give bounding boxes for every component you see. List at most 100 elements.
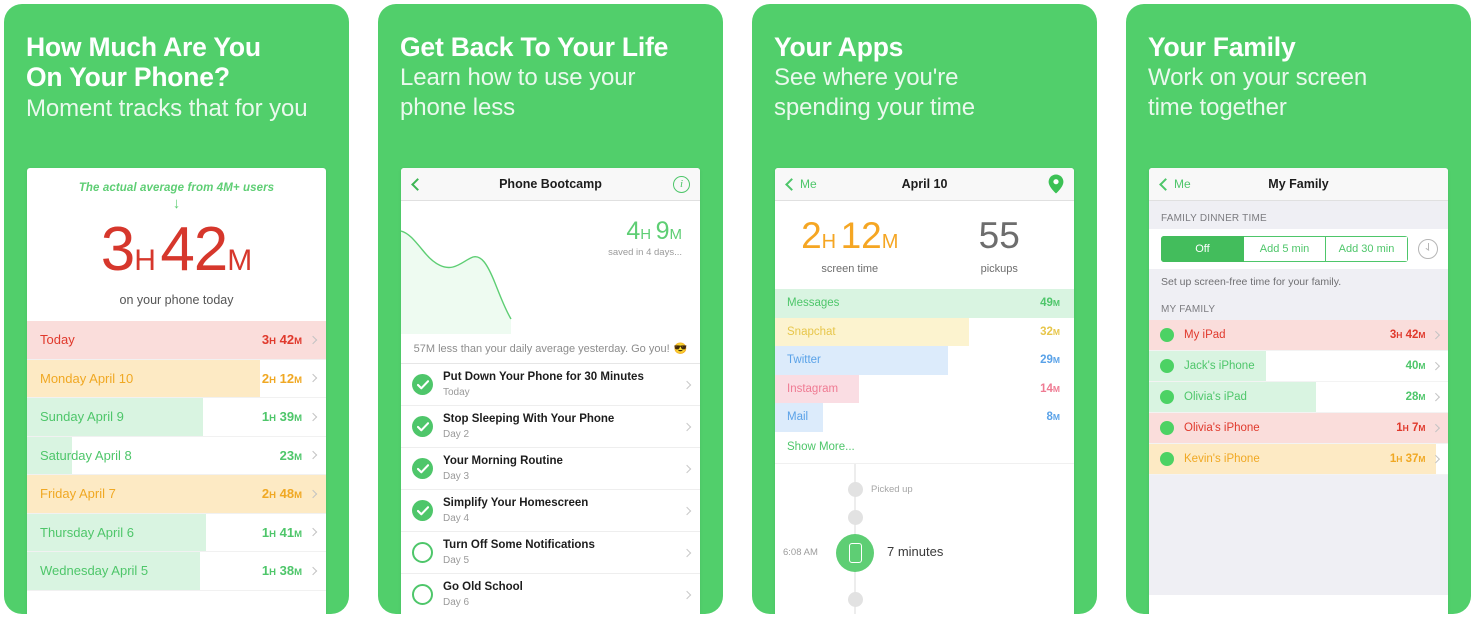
app-name: Messages [787, 297, 840, 310]
page-subtitle-line2: phone less [400, 94, 516, 122]
panel-2-header: Get Back To Your Life Learn how to use y… [378, 4, 723, 123]
table-row[interactable]: Olivia's iPhone 1H 7M [1149, 413, 1448, 444]
page-subtitle-line2: time together [1148, 94, 1287, 122]
table-row[interactable]: Snapchat 32M [775, 317, 1074, 346]
checkmark-icon [412, 374, 433, 395]
clock-icon[interactable] [1418, 239, 1438, 259]
chart-note-text: 57M less than your daily average yesterd… [413, 342, 670, 355]
table-row[interactable]: Kevin's iPhone 1H 37M [1149, 444, 1448, 475]
app-value: 14M [1040, 382, 1060, 395]
checkmark-icon [412, 500, 433, 521]
segmented-control[interactable]: Off Add 5 min Add 30 min [1161, 236, 1408, 262]
table-row[interactable]: Mail 8M [775, 403, 1074, 432]
list-item[interactable]: Put Down Your Phone for 30 Minutes Today [401, 364, 700, 406]
list-item[interactable]: Your Morning Routine Day 3 [401, 448, 700, 490]
app-value: 32M [1040, 325, 1060, 338]
down-arrow-icon: ↓ [172, 195, 181, 212]
page-title-line2: On Your Phone? [26, 62, 230, 93]
table-row[interactable]: Wednesday April 5 1H 38M [27, 552, 326, 591]
hero-minutes: 42 [160, 215, 228, 284]
member-name: Jack's iPhone [1184, 360, 1255, 372]
status-dot [1160, 390, 1174, 404]
list-filler [1149, 475, 1448, 595]
table-row[interactable]: Jack's iPhone 40M [1149, 351, 1448, 382]
app-value: 29M [1040, 354, 1060, 367]
task-title: Turn Off Some Notifications [443, 539, 595, 552]
phone-session-icon[interactable] [836, 533, 874, 572]
list-item[interactable]: Stop Sleeping With Your Phone Day 2 [401, 406, 700, 448]
table-row[interactable]: Sunday April 9 1H 39M [27, 398, 326, 437]
chevron-right-icon [682, 590, 692, 599]
segment-2[interactable]: Add 5 min [1244, 236, 1326, 262]
day-value: 1H 38M [261, 563, 302, 579]
panel-1-header: How Much Are You On Your Phone? Moment t… [4, 4, 349, 124]
page-title-line1: Your Family [1148, 32, 1296, 62]
show-more-link[interactable]: Show More... [775, 432, 1074, 463]
app-name: Twitter [787, 354, 821, 367]
chevron-left-icon [1159, 177, 1172, 191]
saved-hours-unit: H [640, 226, 652, 243]
table-row[interactable]: Twitter 29M [775, 346, 1074, 375]
task-subtitle: Day 2 [443, 428, 470, 440]
task-subtitle: Day 3 [443, 470, 470, 482]
pickups-label: pickups [980, 263, 1018, 275]
segment-3[interactable]: Add 30 min [1326, 236, 1408, 262]
chevron-right-icon [308, 566, 318, 575]
panel-your-apps: Your Apps See where you're spending your… [752, 4, 1097, 614]
day-label: Sunday April 9 [40, 409, 124, 425]
page-subtitle: Learn how to use your phone less [400, 63, 701, 123]
task-texts: Stop Sleeping With Your Phone Day 2 [443, 412, 614, 440]
list-item[interactable]: Simplify Your Homescreen Day 4 [401, 490, 700, 532]
chevron-right-icon [1431, 362, 1440, 370]
checkmark-icon [412, 416, 433, 437]
daily-usage-list: Today 3H 42M Monday April 10 2H 12M Sunday A… [27, 321, 326, 591]
segment-1[interactable]: Off [1161, 236, 1244, 262]
table-row[interactable]: Monday April 10 2H 12M [27, 359, 326, 398]
list-item[interactable]: Turn Off Some Notifications Day 5 [401, 532, 700, 574]
family-member-list: My iPad 3H 42M Jack's iPhone 40M Olivia's iP… [1149, 320, 1448, 475]
table-row[interactable]: Today 3H 42M [27, 321, 326, 360]
nav-right[interactable]: i [673, 175, 690, 193]
member-name: My iPad [1184, 329, 1226, 341]
table-row[interactable]: Instagram 14M [775, 374, 1074, 403]
screen-time-minutes-unit: M [881, 231, 899, 253]
page-title: Your Apps [774, 32, 1075, 62]
savings-chart: 4H 9M saved in 4 days... [401, 201, 700, 334]
table-row[interactable]: My iPad 3H 42M [1149, 320, 1448, 351]
day-value: 23M [279, 447, 302, 463]
nav-bar: Phone Bootcamp i [401, 168, 700, 201]
status-dot [1160, 452, 1174, 466]
back-button[interactable]: Me [1159, 177, 1191, 191]
back-button[interactable]: Me [785, 177, 817, 191]
nav-right[interactable] [1048, 174, 1064, 194]
stat-screen-time: 2H 12M screen time [775, 217, 925, 275]
saved-time: 4H 9M [608, 219, 682, 244]
table-row[interactable]: Saturday April 8 23M [27, 436, 326, 475]
table-row[interactable]: Thursday April 6 1H 41M [27, 513, 326, 552]
panel-get-back: Get Back To Your Life Learn how to use y… [378, 4, 723, 614]
daily-stats: 2H 12M screen time 55 pickups [775, 201, 1074, 289]
page-subtitle-line1: Learn how to use your [400, 64, 636, 92]
table-row[interactable]: Friday April 7 2H 48M [27, 475, 326, 514]
back-button[interactable] [411, 177, 424, 191]
table-row[interactable]: Olivia's iPad 28M [1149, 382, 1448, 413]
chevron-right-icon [682, 380, 692, 389]
page-title-line1: Get Back To Your Life [400, 32, 669, 62]
chevron-right-icon [1431, 393, 1440, 401]
family-dinner-section-header: FAMILY DINNER TIME [1149, 201, 1448, 229]
task-texts: Go Old School Day 6 [443, 580, 523, 608]
page-title: How Much Are You On Your Phone? [26, 32, 327, 93]
page-subtitle: Work on your screen time together [1148, 63, 1449, 123]
timeline-dot [847, 591, 863, 607]
info-icon[interactable]: i [673, 175, 690, 193]
day-value: 3H 42M [261, 332, 302, 348]
page-subtitle-line2: spending your time [774, 94, 975, 122]
list-item[interactable]: Go Old School Day 6 [401, 574, 700, 614]
table-row[interactable]: Messages 49M [775, 289, 1074, 318]
my-family-section-header: MY FAMILY [1149, 296, 1448, 320]
day-label: Saturday April 8 [40, 447, 132, 463]
dinner-note: Set up screen-free time for your family. [1149, 269, 1448, 296]
nav-title: Phone Bootcamp [499, 177, 602, 191]
phone-glyph [848, 542, 862, 563]
location-pin-icon[interactable] [1048, 174, 1064, 194]
